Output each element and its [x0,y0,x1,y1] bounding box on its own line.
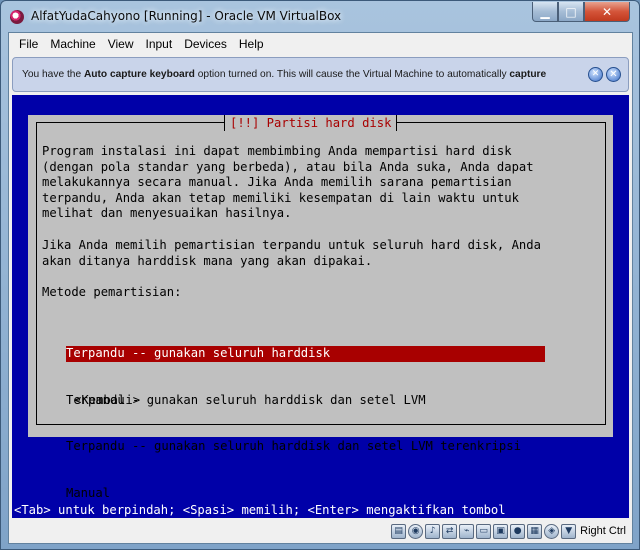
menu-input[interactable]: Input [140,33,179,55]
menu-devices[interactable]: Devices [178,33,233,55]
menu-machine[interactable]: Machine [44,33,101,55]
menu-view[interactable]: View [102,33,140,55]
keyboard-hint: <Tab> untuk berpindah; <Spasi> memilih; … [14,503,506,517]
notification-bold-capture: capture [509,69,547,80]
partition-dialog: [!!] Partisi hard disk Program instalasi… [28,115,613,500]
client-area: File Machine View Input Devices Help You… [8,32,633,544]
audio-icon[interactable]: ♪ [425,523,441,539]
shared-folder-icon[interactable]: ▭ [476,523,492,539]
intro-paragraph: Program instalasi ini dapat membimbing A… [42,144,534,220]
status-bar: ▤ ◉ ♪ ⇄ ⌁ ▭ ▣ ● ▦ ◈ ▼ Right Ctrl [9,520,632,542]
host-key-label: Right Ctrl [580,525,626,537]
menu-file[interactable]: File [9,33,44,55]
dont-show-again-icon[interactable]: ✕ [588,67,603,82]
partition-method-list: Terpandu -- gunakan seluruh harddisk Ter… [66,315,545,518]
notification-text-part: option turned on. This will cause the Vi… [194,69,510,80]
hard-disk-icon[interactable]: ▤ [391,523,407,539]
close-notification-icon[interactable]: ✕ [606,67,621,82]
virtualbox-window: AlfatYudaCahyono [Running] - Oracle VM V… [0,0,640,550]
menu-help[interactable]: Help [233,33,270,55]
window-title: AlfatYudaCahyono [Running] - Oracle VM V… [31,9,342,23]
notification-text-part: You have the [22,69,84,80]
optical-disk-icon[interactable]: ◉ [408,523,424,539]
display-icon[interactable]: ▣ [493,523,509,539]
minimize-button[interactable]: ▁ [532,2,558,22]
close-button[interactable]: ✕ [584,2,630,22]
dialog-title: [!!] Partisi hard disk [224,115,398,131]
partition-method-label: Metode pemartisian: [42,285,182,299]
vm-display[interactable]: [!!] Partisi hard disk Program instalasi… [12,95,629,518]
virtualbox-app-icon [10,10,24,24]
option-guided-entire-disk[interactable]: Terpandu -- gunakan seluruh harddisk [66,346,545,362]
notification-bold-auto-capture: Auto capture keyboard [83,69,195,80]
title-bar[interactable]: AlfatYudaCahyono [Running] - Oracle VM V… [1,1,639,33]
host-key-arrow-icon[interactable]: ▼ [561,523,577,539]
menu-bar: File Machine View Input Devices Help [9,33,632,55]
option-guided-encrypted-lvm[interactable]: Terpandu -- gunakan seluruh harddisk dan… [66,439,545,455]
virtualization-icon[interactable]: ▦ [527,523,543,539]
auto-capture-notification: You have the Auto capture keyboard optio… [12,57,629,92]
mouse-integration-icon[interactable]: ◈ [544,523,560,539]
network-icon[interactable]: ⇄ [442,523,458,539]
maximize-button[interactable]: □ [558,2,584,22]
notification-text: You have the Auto capture keyboard optio… [13,69,581,80]
option-manual[interactable]: Manual [66,486,545,502]
guided-paragraph: Jika Anda memilih pemartisian terpandu u… [42,238,541,268]
usb-icon[interactable]: ⌁ [459,523,475,539]
video-capture-icon[interactable]: ● [510,523,526,539]
back-button[interactable]: <Kembali> [74,393,140,409]
